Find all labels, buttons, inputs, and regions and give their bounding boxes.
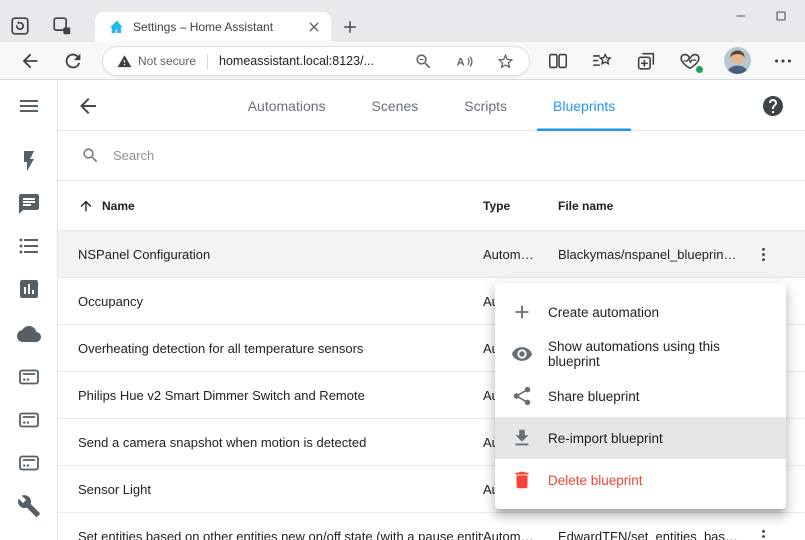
sort-ascending-icon[interactable] [78,198,94,214]
search-icon [81,146,100,165]
browser-tab[interactable]: Settings – Home Assistant [95,12,331,42]
blueprint-file: Blackymas/nspanel_blueprin… [558,247,748,262]
settings-more-icon[interactable] [772,50,794,72]
menu-item-share-blueprint[interactable]: Share blueprint [495,375,786,417]
tab-actions-icon[interactable] [9,15,31,37]
menu-item-label: Create automation [548,305,659,320]
table-header: Name Type File name [58,181,805,231]
blueprint-name: Sensor Light [78,482,483,497]
profile-avatar[interactable] [724,47,751,74]
menu-icon[interactable] [17,94,41,118]
address-bar[interactable]: Not secure homeassistant.local:8123/... … [102,46,530,76]
server-icon[interactable] [17,408,41,432]
browser-window: Settings – Home Assistant [0,0,805,540]
minimize-icon[interactable] [721,0,761,32]
help-icon[interactable] [761,94,785,118]
tab-scripts[interactable]: Scripts [448,81,523,131]
menu-item-reimport-blueprint[interactable]: Re-import blueprint [495,417,786,459]
tab-label: Automations [248,98,326,114]
menu-item-label: Show automations using this blueprint [548,339,770,369]
browser-essentials-icon[interactable] [678,50,702,72]
tab-automations[interactable]: Automations [232,81,342,131]
back-icon[interactable] [19,50,41,72]
blueprint-name: Set entities based on other entities new… [78,529,483,540]
ha-header: Automations Scenes Scripts Blueprints [58,81,805,131]
menu-item-create-automation[interactable]: Create automation [495,291,786,333]
list-icon[interactable] [17,234,41,258]
favorite-star-icon[interactable] [496,52,515,71]
ha-sidebar [0,81,58,540]
chat-icon[interactable] [17,192,41,216]
menu-item-label: Re-import blueprint [548,431,663,446]
collections-icon[interactable] [634,50,658,72]
workspaces-icon[interactable] [51,15,73,37]
tab-blueprints[interactable]: Blueprints [537,81,631,131]
new-tab-icon[interactable] [340,17,360,37]
window-controls [721,0,801,32]
address-divider [207,54,208,69]
blueprint-type: Autom… [483,247,558,262]
blueprint-name: Send a camera snapshot when motion is de… [78,435,483,450]
split-screen-icon[interactable] [546,50,570,72]
refresh-icon[interactable] [62,50,84,72]
browser-tab-strip: Settings – Home Assistant [0,0,805,42]
column-header-name[interactable]: Name [102,199,135,213]
tab-label: Scenes [372,98,419,114]
zoom-out-icon[interactable] [414,52,433,71]
column-header-type[interactable]: Type [483,199,558,213]
url-text[interactable]: homeassistant.local:8123/... [219,54,406,68]
lightning-icon[interactable] [17,149,41,173]
status-dot [695,65,704,74]
tab-label: Scripts [464,98,507,114]
back-arrow-icon[interactable] [76,94,100,118]
download-icon [511,427,533,449]
trash-icon [511,469,533,491]
home-assistant-favicon [109,19,125,35]
maximize-icon[interactable] [761,0,801,32]
blueprint-name: NSPanel Configuration [78,247,483,262]
search-input[interactable] [113,148,805,163]
blueprint-name: Occupancy [78,294,483,309]
blueprint-name: Overheating detection for all temperatur… [78,341,483,356]
table-row[interactable]: Set entities based on other entities new… [58,513,805,540]
tab-scenes[interactable]: Scenes [356,81,435,131]
search-row [58,131,805,181]
server-icon[interactable] [17,365,41,389]
blueprint-file: EdwardTFN/set_entities_bas… [558,529,748,540]
cloud-icon[interactable] [17,322,41,346]
row-overflow-icon[interactable] [748,521,778,540]
security-label[interactable]: Not secure [138,54,196,68]
menu-item-show-automations[interactable]: Show automations using this blueprint [495,333,786,375]
share-icon [511,385,533,407]
server-icon[interactable] [17,451,41,475]
favorites-hub-icon[interactable] [590,50,614,72]
read-aloud-icon[interactable]: A [455,52,474,71]
close-tab-icon[interactable] [305,18,323,36]
blueprint-type: Autom… [483,529,558,540]
chart-icon[interactable] [17,277,41,301]
svg-text:A: A [457,56,465,68]
tab-label: Blueprints [553,98,615,114]
browser-nav-bar: Not secure homeassistant.local:8123/... … [0,42,805,80]
tab-title: Settings – Home Assistant [133,20,297,34]
blueprint-name: Philips Hue v2 Smart Dimmer Switch and R… [78,388,483,403]
table-row[interactable]: NSPanel Configuration Autom… Blackymas/n… [58,231,805,278]
menu-item-label: Share blueprint [548,389,640,404]
menu-item-label: Delete blueprint [548,473,643,488]
row-overflow-icon[interactable] [748,239,778,269]
blueprint-context-menu: Create automation Show automations using… [495,283,786,509]
eye-icon [511,343,533,365]
plus-icon [511,301,533,323]
warning-icon [117,54,132,69]
column-header-file[interactable]: File name [558,199,748,213]
wrench-icon[interactable] [17,494,41,518]
menu-item-delete-blueprint[interactable]: Delete blueprint [495,459,786,501]
